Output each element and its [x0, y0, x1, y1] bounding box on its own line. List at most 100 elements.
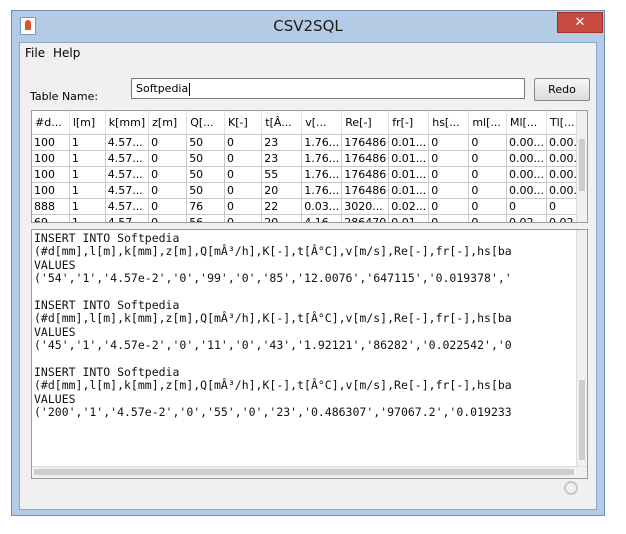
column-header[interactable]: hs[... — [428, 111, 470, 135]
table-cell[interactable]: 0.01... — [388, 214, 430, 222]
table-cell[interactable]: 0.03... — [301, 198, 343, 215]
column-header[interactable]: v[... — [301, 111, 343, 135]
table-cell[interactable]: 50 — [186, 150, 225, 167]
table-cell[interactable]: 20 — [261, 214, 303, 222]
table-cell[interactable]: 1 — [69, 166, 106, 183]
table-row[interactable]: 100 1 4.57... 0 50 0 23 1.76... 176486 0.01... 0 0 0… — [32, 150, 587, 167]
csv-table[interactable]: #d... l[m] k[mm] z[m] Q[... K[-] t[Â... v[... Re… — [31, 110, 588, 223]
table-cell[interactable]: 100 — [32, 182, 70, 199]
menu-file[interactable]: File — [25, 46, 45, 60]
table-name-input[interactable]: Softpedia — [131, 78, 525, 99]
table-cell[interactable]: 0.01... — [388, 182, 430, 199]
table-cell[interactable]: 0.01... — [388, 166, 430, 183]
table-cell[interactable]: 0 — [148, 182, 188, 199]
table-cell[interactable]: 4.57... — [105, 182, 150, 199]
table-cell[interactable]: 0 — [428, 198, 470, 215]
column-header[interactable]: Ml[... — [506, 111, 547, 135]
table-cell[interactable]: 23 — [261, 150, 303, 167]
table-cell[interactable]: 3020... — [341, 198, 390, 215]
column-header[interactable]: t[Â... — [261, 111, 303, 135]
table-cell[interactable]: 22 — [261, 198, 303, 215]
sql-hscroll-thumb[interactable] — [34, 469, 574, 475]
table-cell[interactable]: 176486 — [341, 150, 390, 167]
table-row[interactable]: 888 1 4.57... 0 76 0 22 0.03... 3020... 0.02... 0 0… — [32, 198, 587, 215]
table-cell[interactable]: 0.00... — [506, 182, 547, 199]
table-cell[interactable]: 0.00... — [506, 150, 547, 167]
sql-output-area[interactable]: INSERT INTO Softpedia (#d[mm],l[m],k[mm]… — [31, 229, 588, 479]
table-cell[interactable]: 4.57... — [105, 214, 150, 222]
table-cell[interactable]: 55 — [261, 166, 303, 183]
table-cell[interactable]: 76 — [186, 198, 225, 215]
table-cell[interactable]: 4.57... — [105, 134, 150, 151]
sql-vscroll-thumb[interactable] — [579, 380, 585, 460]
close-button[interactable]: ✕ — [557, 12, 603, 33]
table-cell[interactable]: 286470 — [341, 214, 390, 222]
sql-vertical-scrollbar[interactable] — [576, 230, 587, 466]
table-cell[interactable]: 4.57... — [105, 150, 150, 167]
column-header[interactable]: Q[... — [186, 111, 225, 135]
table-cell[interactable]: 1.76... — [301, 182, 343, 199]
table-cell[interactable]: 1 — [69, 150, 106, 167]
table-scroll-thumb[interactable] — [579, 139, 585, 191]
table-cell[interactable]: 1.76... — [301, 166, 343, 183]
table-cell[interactable]: 50 — [186, 134, 225, 151]
table-cell[interactable]: 0 — [224, 198, 263, 215]
table-cell[interactable]: 20 — [261, 182, 303, 199]
table-cell[interactable]: 0 — [468, 166, 507, 183]
table-cell[interactable]: 0 — [428, 214, 470, 222]
table-cell[interactable]: 4.57... — [105, 166, 150, 183]
table-cell[interactable]: 0.00... — [506, 134, 547, 151]
table-cell[interactable]: 0 — [224, 166, 263, 183]
table-cell[interactable]: 0 — [224, 182, 263, 199]
table-cell[interactable]: 100 — [32, 134, 70, 151]
table-cell[interactable]: 0 — [428, 166, 470, 183]
table-cell[interactable]: 100 — [32, 150, 70, 167]
table-cell[interactable]: 0 — [428, 134, 470, 151]
table-cell[interactable]: 50 — [186, 182, 225, 199]
table-row[interactable]: 100 1 4.57... 0 50 0 20 1.76... 176486 0.01... 0 0 0… — [32, 182, 587, 199]
table-cell[interactable]: 0 — [148, 134, 188, 151]
column-header[interactable]: ml[... — [468, 111, 507, 135]
table-cell[interactable]: 0 — [506, 198, 547, 215]
table-cell[interactable]: 0 — [468, 214, 507, 222]
column-header[interactable]: z[m] — [148, 111, 188, 135]
table-cell[interactable]: 1 — [69, 134, 106, 151]
table-cell[interactable]: 0.00... — [506, 166, 547, 183]
title-bar[interactable]: CSV2SQL ✕ — [12, 11, 604, 43]
table-cell[interactable]: 1.76... — [301, 150, 343, 167]
column-header[interactable]: Re[-] — [341, 111, 390, 135]
table-cell[interactable]: 0 — [224, 134, 263, 151]
table-cell[interactable]: 0 — [468, 198, 507, 215]
column-header[interactable]: l[m] — [69, 111, 106, 135]
table-cell[interactable]: 4.16... — [301, 214, 343, 222]
column-header[interactable]: k[mm] — [105, 111, 150, 135]
table-cell[interactable]: 1 — [69, 214, 106, 222]
table-cell[interactable]: 0 — [148, 198, 188, 215]
table-cell[interactable]: 0 — [148, 150, 188, 167]
table-cell[interactable]: 0 — [468, 134, 507, 151]
menu-help[interactable]: Help — [53, 46, 80, 60]
column-header[interactable]: K[-] — [224, 111, 263, 135]
table-cell[interactable]: 1.76... — [301, 134, 343, 151]
table-row[interactable]: 69 1 4.57... 0 56 0 20 4.16... 286470 0.01... 0 0 0.… — [32, 214, 587, 222]
table-cell[interactable]: 69 — [32, 214, 70, 222]
column-header[interactable]: fr[-] — [388, 111, 430, 135]
table-cell[interactable]: 0 — [148, 166, 188, 183]
table-cell[interactable]: 0 — [224, 214, 263, 222]
table-cell[interactable]: 0.01... — [388, 150, 430, 167]
sql-horizontal-scrollbar[interactable] — [32, 466, 587, 478]
table-cell[interactable]: 1 — [69, 182, 106, 199]
table-cell[interactable]: 888 — [32, 198, 70, 215]
table-cell[interactable]: 0 — [148, 214, 188, 222]
table-cell[interactable]: 23 — [261, 134, 303, 151]
table-cell[interactable]: 1 — [69, 198, 106, 215]
table-cell[interactable]: 100 — [32, 166, 70, 183]
table-cell[interactable]: 0 — [468, 182, 507, 199]
table-cell[interactable]: 56 — [186, 214, 225, 222]
column-header[interactable]: #d... — [32, 111, 70, 135]
table-cell[interactable]: 0.02... — [506, 214, 547, 222]
table-cell[interactable]: 0.01... — [388, 134, 430, 151]
table-row[interactable]: 100 1 4.57... 0 50 0 55 1.76... 176486 0.01... 0 0 0… — [32, 166, 587, 183]
table-cell[interactable]: 4.57... — [105, 198, 150, 215]
table-cell[interactable]: 176486 — [341, 182, 390, 199]
